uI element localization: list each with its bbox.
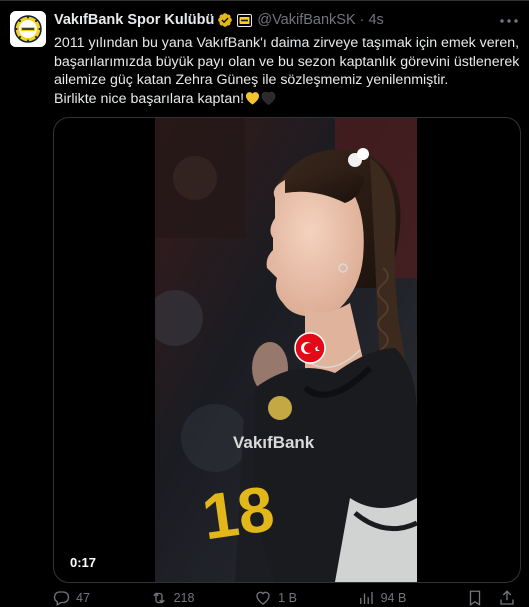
- heart-icon: [256, 591, 270, 605]
- tweet-text: 2011 yılından bu yana VakıfBank'ı daima …: [54, 34, 520, 108]
- views-count: 94 B: [380, 591, 407, 605]
- timestamp[interactable]: 4s: [368, 12, 383, 28]
- video-duration: 0:17: [64, 553, 103, 572]
- retweet-button[interactable]: 218: [150, 589, 195, 607]
- bookmark-share-group: [466, 589, 522, 607]
- separator: ·: [359, 12, 365, 28]
- reply-button[interactable]: 47: [52, 589, 90, 607]
- display-name[interactable]: VakıfBank Spor Kulübü: [54, 12, 214, 28]
- views-chart-icon: [359, 592, 373, 604]
- gold-verified-badge-icon[interactable]: [217, 12, 233, 28]
- retweet-count: 218: [173, 591, 195, 605]
- tweet-text-line: Birlikte nice başarılara kaptan!: [54, 90, 245, 107]
- black-heart-icon: [261, 91, 276, 105]
- video-thumbnail: VakıfBank 18: [155, 118, 417, 582]
- tweet-card[interactable]: VakıfBank Spor Kulübü @VakifBankSK · 4s …: [0, 0, 529, 607]
- jersey-sponsor-text: VakıfBank: [233, 433, 315, 452]
- bookmark-icon[interactable]: [466, 589, 484, 607]
- affiliate-badge-icon[interactable]: [237, 13, 253, 27]
- tweet-text-line: 2011 yılından bu yana VakıfBank'ı daima …: [54, 35, 520, 51]
- views-button[interactable]: 94 B: [357, 589, 407, 607]
- share-icon[interactable]: [498, 589, 516, 607]
- reply-icon: [53, 591, 70, 606]
- jersey-number: 18: [198, 472, 279, 553]
- reply-count: 47: [76, 591, 90, 605]
- tweet-text-line: ailemize güç katan Zehra Güneş ile sözle…: [54, 72, 449, 88]
- yellow-heart-icon: [246, 91, 260, 105]
- video-player[interactable]: VakıfBank 18 0:17: [53, 117, 521, 583]
- retweet-icon: [152, 592, 165, 604]
- action-bar: 47 218 1 B 94 B: [52, 589, 522, 607]
- tweet-text-line-last: Birlikte nice başarılara kaptan!: [54, 90, 520, 109]
- vakifbank-club-logo: [10, 11, 46, 47]
- tweet-header: VakıfBank Spor Kulübü @VakifBankSK · 4s: [54, 10, 520, 30]
- avatar[interactable]: [10, 11, 46, 47]
- tweet-text-line: başarılarımızda büyük payı olan ve bu se…: [54, 53, 520, 70]
- handle[interactable]: @VakifBankSK: [257, 12, 355, 28]
- like-button[interactable]: 1 B: [254, 589, 297, 607]
- tweet-body: VakıfBank Spor Kulübü @VakifBankSK · 4s …: [54, 10, 520, 108]
- video-frame[interactable]: VakıfBank 18: [155, 118, 417, 582]
- like-count: 1 B: [278, 591, 297, 605]
